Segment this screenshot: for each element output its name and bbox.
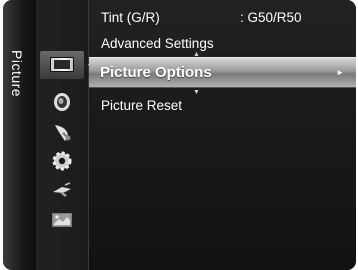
menu-item-label: Advanced Settings (101, 36, 214, 51)
picture-icon[interactable] (40, 51, 84, 79)
menu-icon-column: ◄ (36, 0, 94, 270)
category-tab: Picture (3, 0, 36, 270)
sound-icon[interactable] (51, 91, 73, 113)
menu-item-picture-options[interactable]: Picture Options ► (89, 57, 356, 88)
menu-item-label: Picture Options (100, 64, 212, 81)
scroll-down-icon[interactable]: ▼ (193, 89, 200, 96)
menu-item-advanced-settings[interactable]: Advanced Settings (101, 36, 214, 51)
application-icon[interactable] (51, 208, 73, 230)
menu-item-picture-reset[interactable]: Picture Reset (101, 98, 182, 113)
menu-item-label: Tint (G/R) (101, 10, 160, 25)
tint-value: : G50/R50 (240, 10, 302, 25)
tv-menu-window: Picture ◄ (3, 0, 356, 270)
submenu-arrow-icon: ► (336, 68, 344, 77)
input-plug-icon[interactable] (51, 180, 73, 202)
setup-gear-icon[interactable] (51, 150, 73, 172)
satellite-dish-icon[interactable] (51, 121, 73, 143)
menu-item-tint[interactable]: Tint (G/R) (101, 10, 160, 25)
menu-item-label: Picture Reset (101, 98, 183, 113)
menu-panel: Tint (G/R) : G50/R50 Advanced Settings ▲… (89, 0, 356, 270)
category-label: Picture (9, 50, 25, 98)
